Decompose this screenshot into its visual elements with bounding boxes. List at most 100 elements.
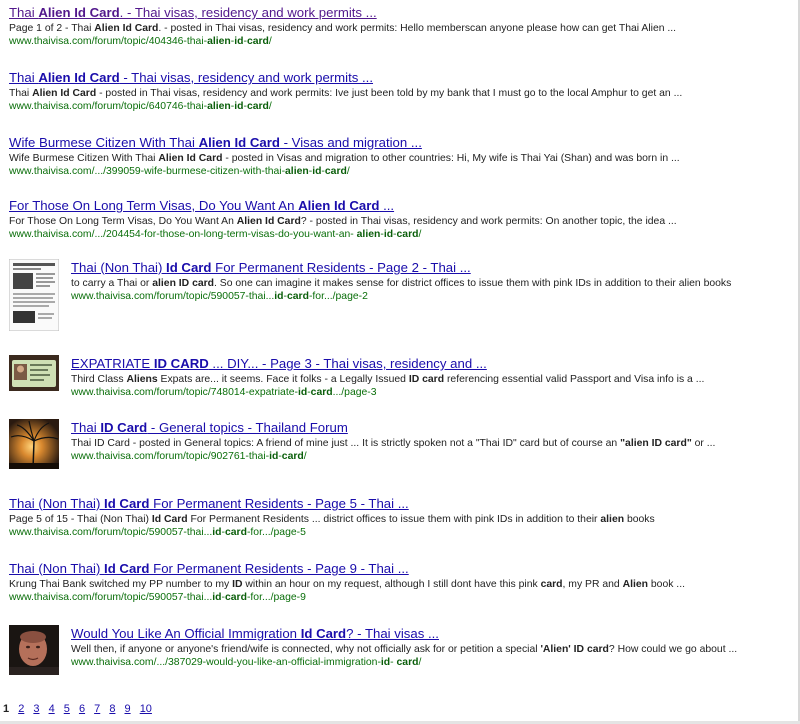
- search-results: Thai Alien Id Card. - Thai visas, reside…: [9, 4, 797, 685]
- result-body: Wife Burmese Citizen With Thai Alien Id …: [9, 134, 797, 178]
- highlight-term: alien ID card: [152, 278, 215, 289]
- pager-page-link[interactable]: 10: [140, 703, 152, 715]
- text-segment: www.thaivisa.com/forum/topic/902761-thai…: [71, 451, 270, 462]
- pager-page-link[interactable]: 8: [109, 703, 115, 715]
- result-thumbnail[interactable]: [9, 419, 59, 469]
- result-body: Thai (Non Thai) Id Card For Permanent Re…: [9, 495, 797, 539]
- result-snippet: Well then, if anyone or anyone's friend/…: [71, 643, 737, 656]
- result-title-link[interactable]: EXPATRIATE ID CARD ... DIY... - Page 3 -…: [71, 355, 704, 372]
- text-segment: www.thaivisa.com/forum/topic/590057-thai…: [71, 291, 275, 302]
- result-thumbnail[interactable]: [9, 625, 59, 675]
- result-body: Thai ID Card - General topics - Thailand…: [71, 419, 715, 463]
- pagination: 1 2 3 4 5 6 7 8 9 10: [3, 702, 158, 716]
- text-segment: - Thai visas, residency and work permits…: [119, 70, 374, 85]
- text-segment: www.thaivisa.com/.../204454-for-those-on…: [9, 229, 357, 240]
- result-title-link[interactable]: Thai (Non Thai) Id Card For Permanent Re…: [71, 259, 731, 276]
- result-url: www.thaivisa.com/forum/topic/404346-thai…: [9, 35, 797, 48]
- text-segment: Would You Like An Official Immigration: [71, 626, 301, 641]
- highlight-term: id: [212, 592, 222, 603]
- highlight-term: card: [324, 166, 347, 177]
- result-title-link[interactable]: Thai Alien Id Card - Thai visas, residen…: [9, 69, 797, 86]
- highlight-term: card: [281, 451, 304, 462]
- result-snippet: Page 1 of 2 - Thai Alien Id Card. - post…: [9, 22, 797, 35]
- result-title-link[interactable]: Thai ID Card - General topics - Thailand…: [71, 419, 715, 436]
- highlight-term: alien: [207, 36, 231, 47]
- text-segment: Thai: [9, 5, 39, 20]
- highlight-term: alien: [356, 229, 381, 240]
- text-segment: ? - Thai visas ...: [346, 626, 439, 641]
- text-segment: referencing essential valid Passport and…: [444, 374, 705, 385]
- highlight-term: id: [274, 291, 284, 302]
- document-thumbnail-icon: [9, 259, 59, 331]
- text-segment: Krung Thai Bank switched my PP number to…: [9, 579, 233, 590]
- result-title-link[interactable]: For Those On Long Term Visas, Do You Wan…: [9, 197, 797, 214]
- result-url: www.thaivisa.com/forum/topic/590057-thai…: [9, 591, 797, 604]
- pager-page-link[interactable]: 2: [18, 703, 24, 715]
- text-segment: For Permanent Residents ... district off…: [187, 514, 601, 525]
- text-segment: www.thaivisa.com/forum/topic/590057-thai…: [9, 527, 213, 538]
- highlight-term: alien: [285, 166, 309, 177]
- text-segment: ...: [379, 198, 395, 213]
- highlight-term: Alien Id Card: [38, 70, 120, 85]
- result-body: Thai (Non Thai) Id Card For Permanent Re…: [71, 259, 731, 303]
- text-segment: ? - posted in Thai visas, residency and …: [300, 216, 677, 227]
- text-segment: ... DIY... - Page 3 - Thai visas, reside…: [208, 356, 487, 371]
- highlight-term: Aliens: [126, 374, 158, 385]
- text-segment: /: [418, 657, 422, 668]
- result-snippet: Thai ID Card - posted in General topics:…: [71, 437, 715, 450]
- text-segment: - posted in Thai visas, residency and wo…: [96, 88, 683, 99]
- text-segment: Well then, if anyone or anyone's friend/…: [71, 644, 541, 655]
- text-segment: For Permanent Residents - Page 2 - Thai …: [211, 260, 471, 275]
- highlight-term: Alien Id Card: [38, 5, 120, 20]
- highlight-term: ID: [232, 579, 243, 590]
- pager-page-link[interactable]: 4: [49, 703, 55, 715]
- highlight-term: card: [246, 36, 269, 47]
- highlight-term: Id Card: [104, 496, 150, 511]
- result-title-link[interactable]: Wife Burmese Citizen With Thai Alien Id …: [9, 134, 797, 151]
- highlight-term: card: [310, 387, 333, 398]
- result-url: www.thaivisa.com/.../387029-would-you-li…: [71, 656, 737, 669]
- highlight-term: 'Alien' ID card: [540, 644, 609, 655]
- pager-page-link[interactable]: 9: [125, 703, 131, 715]
- text-segment: Wife Burmese Citizen With Thai: [9, 153, 159, 164]
- result-title-link[interactable]: Thai (Non Thai) Id Card For Permanent Re…: [9, 560, 797, 577]
- highlight-term: alien: [207, 101, 231, 112]
- text-segment: Thai (Non Thai): [9, 496, 105, 511]
- highlight-term: id: [380, 657, 391, 668]
- highlight-term: Alien Id Card: [298, 198, 380, 213]
- pager-page-link[interactable]: 7: [94, 703, 100, 715]
- text-segment: Thai: [71, 420, 101, 435]
- text-segment: www.thaivisa.com/.../387029-would-you-li…: [71, 657, 381, 668]
- text-segment: For Those On Long Term Visas, Do You Wan…: [9, 198, 299, 213]
- text-segment: . So one can imagine it makes sense for …: [214, 278, 732, 289]
- result-url: www.thaivisa.com/.../399059-wife-burmese…: [9, 165, 797, 178]
- text-segment: , my PR and: [562, 579, 623, 590]
- text-segment: /: [303, 451, 307, 462]
- text-segment: book ...: [648, 579, 685, 590]
- highlight-term: Alien Id Card: [32, 88, 97, 99]
- text-segment: .../page-3: [332, 387, 377, 398]
- result-body: For Those On Long Term Visas, Do You Wan…: [9, 197, 797, 241]
- text-segment: For Those On Long Term Visas, Do You Wan…: [9, 216, 237, 227]
- highlight-term: card: [396, 657, 419, 668]
- pager-page-link[interactable]: 3: [33, 703, 39, 715]
- result-title-link[interactable]: Thai Alien Id Card. - Thai visas, reside…: [9, 4, 797, 21]
- result-snippet: Wife Burmese Citizen With Thai Alien Id …: [9, 152, 797, 165]
- result-body: EXPATRIATE ID CARD ... DIY... - Page 3 -…: [71, 355, 704, 399]
- search-result: Wife Burmese Citizen With Thai Alien Id …: [9, 134, 797, 197]
- pager-page-link[interactable]: 6: [79, 703, 85, 715]
- text-segment: - General topics - Thailand Forum: [147, 420, 348, 435]
- text-segment: within an hour on my request, although I…: [242, 579, 541, 590]
- result-url: www.thaivisa.com/forum/topic/902761-thai…: [71, 450, 715, 463]
- text-segment: Thai: [9, 88, 33, 99]
- result-title-link[interactable]: Thai (Non Thai) Id Card For Permanent Re…: [9, 495, 797, 512]
- pager-page-link[interactable]: 5: [64, 703, 70, 715]
- highlight-term: Alien Id Card: [158, 153, 223, 164]
- result-snippet: Third Class Aliens Expats are... it seem…: [71, 373, 704, 386]
- highlight-term: id: [383, 229, 394, 240]
- text-segment: books: [624, 514, 655, 525]
- result-title-link[interactable]: Would You Like An Official Immigration I…: [71, 625, 737, 642]
- highlight-term: Id Card: [300, 626, 347, 641]
- result-thumbnail[interactable]: [9, 259, 59, 331]
- result-thumbnail[interactable]: [9, 355, 59, 391]
